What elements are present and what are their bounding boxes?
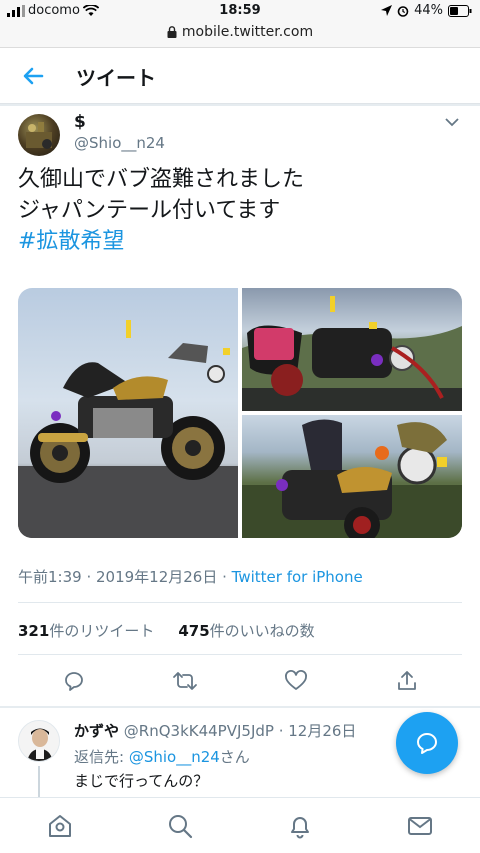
retweet-icon [172, 672, 197, 690]
reply-to-suffix: さん [219, 748, 250, 766]
share-icon [397, 671, 416, 690]
arrow-left-icon [23, 67, 44, 85]
heart-icon [284, 670, 307, 690]
retweet-count: 321 [18, 622, 50, 640]
url-text: mobile.twitter.com [181, 24, 314, 40]
tweet-timestamp: 午前1:39 · 2019年12月26日 · [18, 568, 232, 586]
battery-icon [448, 4, 472, 17]
share-button[interactable] [392, 666, 422, 696]
tweet-text: 久御山でバブ盗難されました ジャパンテール付いてます #拡散希望 [18, 164, 458, 257]
nav-search[interactable] [163, 809, 197, 843]
media-photo-3[interactable] [242, 415, 462, 538]
back-button[interactable] [20, 62, 48, 90]
reply-handle-date: @RnQ3kK44PVJ5JdP · 12月26日 [123, 722, 357, 740]
motorcycle-photo-2 [242, 296, 462, 411]
avatar-image [26, 122, 52, 149]
like-button[interactable] [281, 666, 311, 696]
alarm-icon [397, 5, 409, 17]
reply-author-name[interactable]: かずや [74, 722, 119, 740]
likes-stat[interactable]: 475件のいいねの数 [178, 620, 314, 641]
reply-header: かずや @RnQ3kK44PVJ5JdP · 12月26日 [74, 720, 356, 741]
retweet-label: 件のリツイート [49, 622, 155, 640]
home-icon [49, 814, 71, 837]
nav-home[interactable] [43, 809, 77, 843]
like-count: 475 [178, 622, 210, 640]
tweet-metadata: 午前1:39 · 2019年12月26日 · Twitter for iPhon… [18, 566, 363, 587]
media-photo-1[interactable] [18, 288, 238, 538]
author-display-name[interactable]: $ [74, 112, 86, 132]
divider [18, 602, 462, 603]
compose-reply-icon [416, 733, 437, 754]
hashtag-link[interactable]: #拡散希望 [18, 226, 458, 257]
media-photo-2[interactable] [242, 288, 462, 411]
tweet-menu-button[interactable] [444, 114, 460, 130]
location-icon [381, 5, 393, 16]
battery-percent: 44% [414, 3, 443, 18]
author-handle[interactable]: @Shio__n24 [74, 134, 165, 152]
reply-text: まじで行ってんの？ [74, 772, 209, 790]
mail-icon [408, 816, 432, 835]
bell-icon [291, 816, 309, 838]
reply-button[interactable] [59, 666, 89, 696]
reply-icon [64, 672, 83, 691]
reply-to-mention[interactable]: @Shio__n24 [129, 748, 220, 766]
tweet-media-grid [18, 288, 462, 538]
retweet-button[interactable] [170, 666, 200, 696]
browser-url-bar[interactable]: mobile.twitter.com [0, 22, 480, 48]
reply-to-prefix: 返信先: [74, 748, 129, 766]
reply-avatar[interactable] [18, 720, 60, 762]
divider [18, 654, 462, 655]
tweet-detail: $ @Shio__n24 久御山でバブ盗難されました ジャパンテール付いてます … [0, 106, 480, 706]
motorcycle-photo-1 [18, 320, 238, 538]
page-header: ツイート [0, 48, 480, 104]
retweets-stat[interactable]: 321件のリツイート [18, 620, 154, 641]
motorcycle-photo-3 [242, 419, 462, 538]
lock-icon [167, 26, 177, 38]
thread-line [38, 766, 40, 800]
chevron-down-icon [445, 118, 459, 127]
nav-notifications[interactable] [283, 809, 317, 843]
page-title: ツイート [76, 66, 156, 90]
status-bar: docomo 18:59 44% [0, 0, 480, 22]
nav-messages[interactable] [403, 809, 437, 843]
tweet-text-line-2: ジャパンテール付いてます [18, 198, 281, 223]
reply-to-line: 返信先: @Shio__n24さん [74, 746, 250, 767]
search-icon [169, 814, 193, 838]
tweet-actions [18, 666, 462, 696]
reply-avatar-image [19, 721, 59, 761]
bottom-navigation [0, 797, 480, 853]
tweet-stats: 321件のリツイート 475件のいいねの数 [18, 620, 315, 641]
compose-reply-button[interactable] [396, 712, 458, 774]
author-avatar[interactable] [18, 114, 60, 156]
tweet-source-link[interactable]: Twitter for iPhone [232, 568, 363, 586]
like-label: 件のいいねの数 [209, 622, 315, 640]
status-right: 44% [381, 3, 472, 18]
tweet-text-line-1: 久御山でバブ盗難されました [18, 167, 305, 192]
